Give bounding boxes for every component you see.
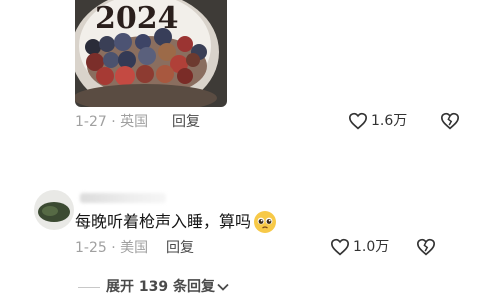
broken-heart-icon bbox=[440, 112, 460, 130]
comment2-username-blurred[interactable] bbox=[80, 193, 166, 203]
comment2-meta: 1-25 · 美国 bbox=[75, 240, 149, 256]
divider-line bbox=[78, 286, 100, 288]
comment-image[interactable]: 2024 bbox=[75, 0, 227, 107]
heart-outline-icon bbox=[348, 112, 368, 130]
comment1-dislike-button[interactable] bbox=[440, 112, 460, 134]
expand-replies-label: 展开 139 条回复 bbox=[106, 279, 215, 295]
heart-outline-icon bbox=[330, 238, 350, 256]
comment1-like-button[interactable]: 1.6万 bbox=[348, 112, 407, 130]
comment2-body: 每晚听着枪声入睡，算吗 bbox=[75, 210, 277, 234]
broken-heart-icon bbox=[416, 238, 436, 256]
comment2-text: 每晚听着枪声入睡，算吗 bbox=[75, 212, 252, 231]
comment2-avatar[interactable] bbox=[34, 190, 74, 230]
comment1-like-count: 1.6万 bbox=[371, 113, 408, 129]
comment1-meta: 1-27 · 英国 bbox=[75, 114, 149, 130]
comment1-reply-button[interactable]: 回复 bbox=[172, 113, 200, 131]
comment2-like-button[interactable]: 1.0万 bbox=[330, 238, 389, 256]
comment2-dislike-button[interactable] bbox=[416, 238, 436, 260]
expand-replies-button[interactable]: 展开 139 条回复 bbox=[78, 278, 229, 296]
comment2-reply-button[interactable]: 回复 bbox=[166, 239, 194, 257]
pleading-face-emoji bbox=[254, 211, 277, 233]
comment2-like-count: 1.0万 bbox=[353, 239, 390, 255]
image-piped-text: 2024 bbox=[95, 1, 179, 36]
chevron-down-icon bbox=[217, 283, 229, 291]
